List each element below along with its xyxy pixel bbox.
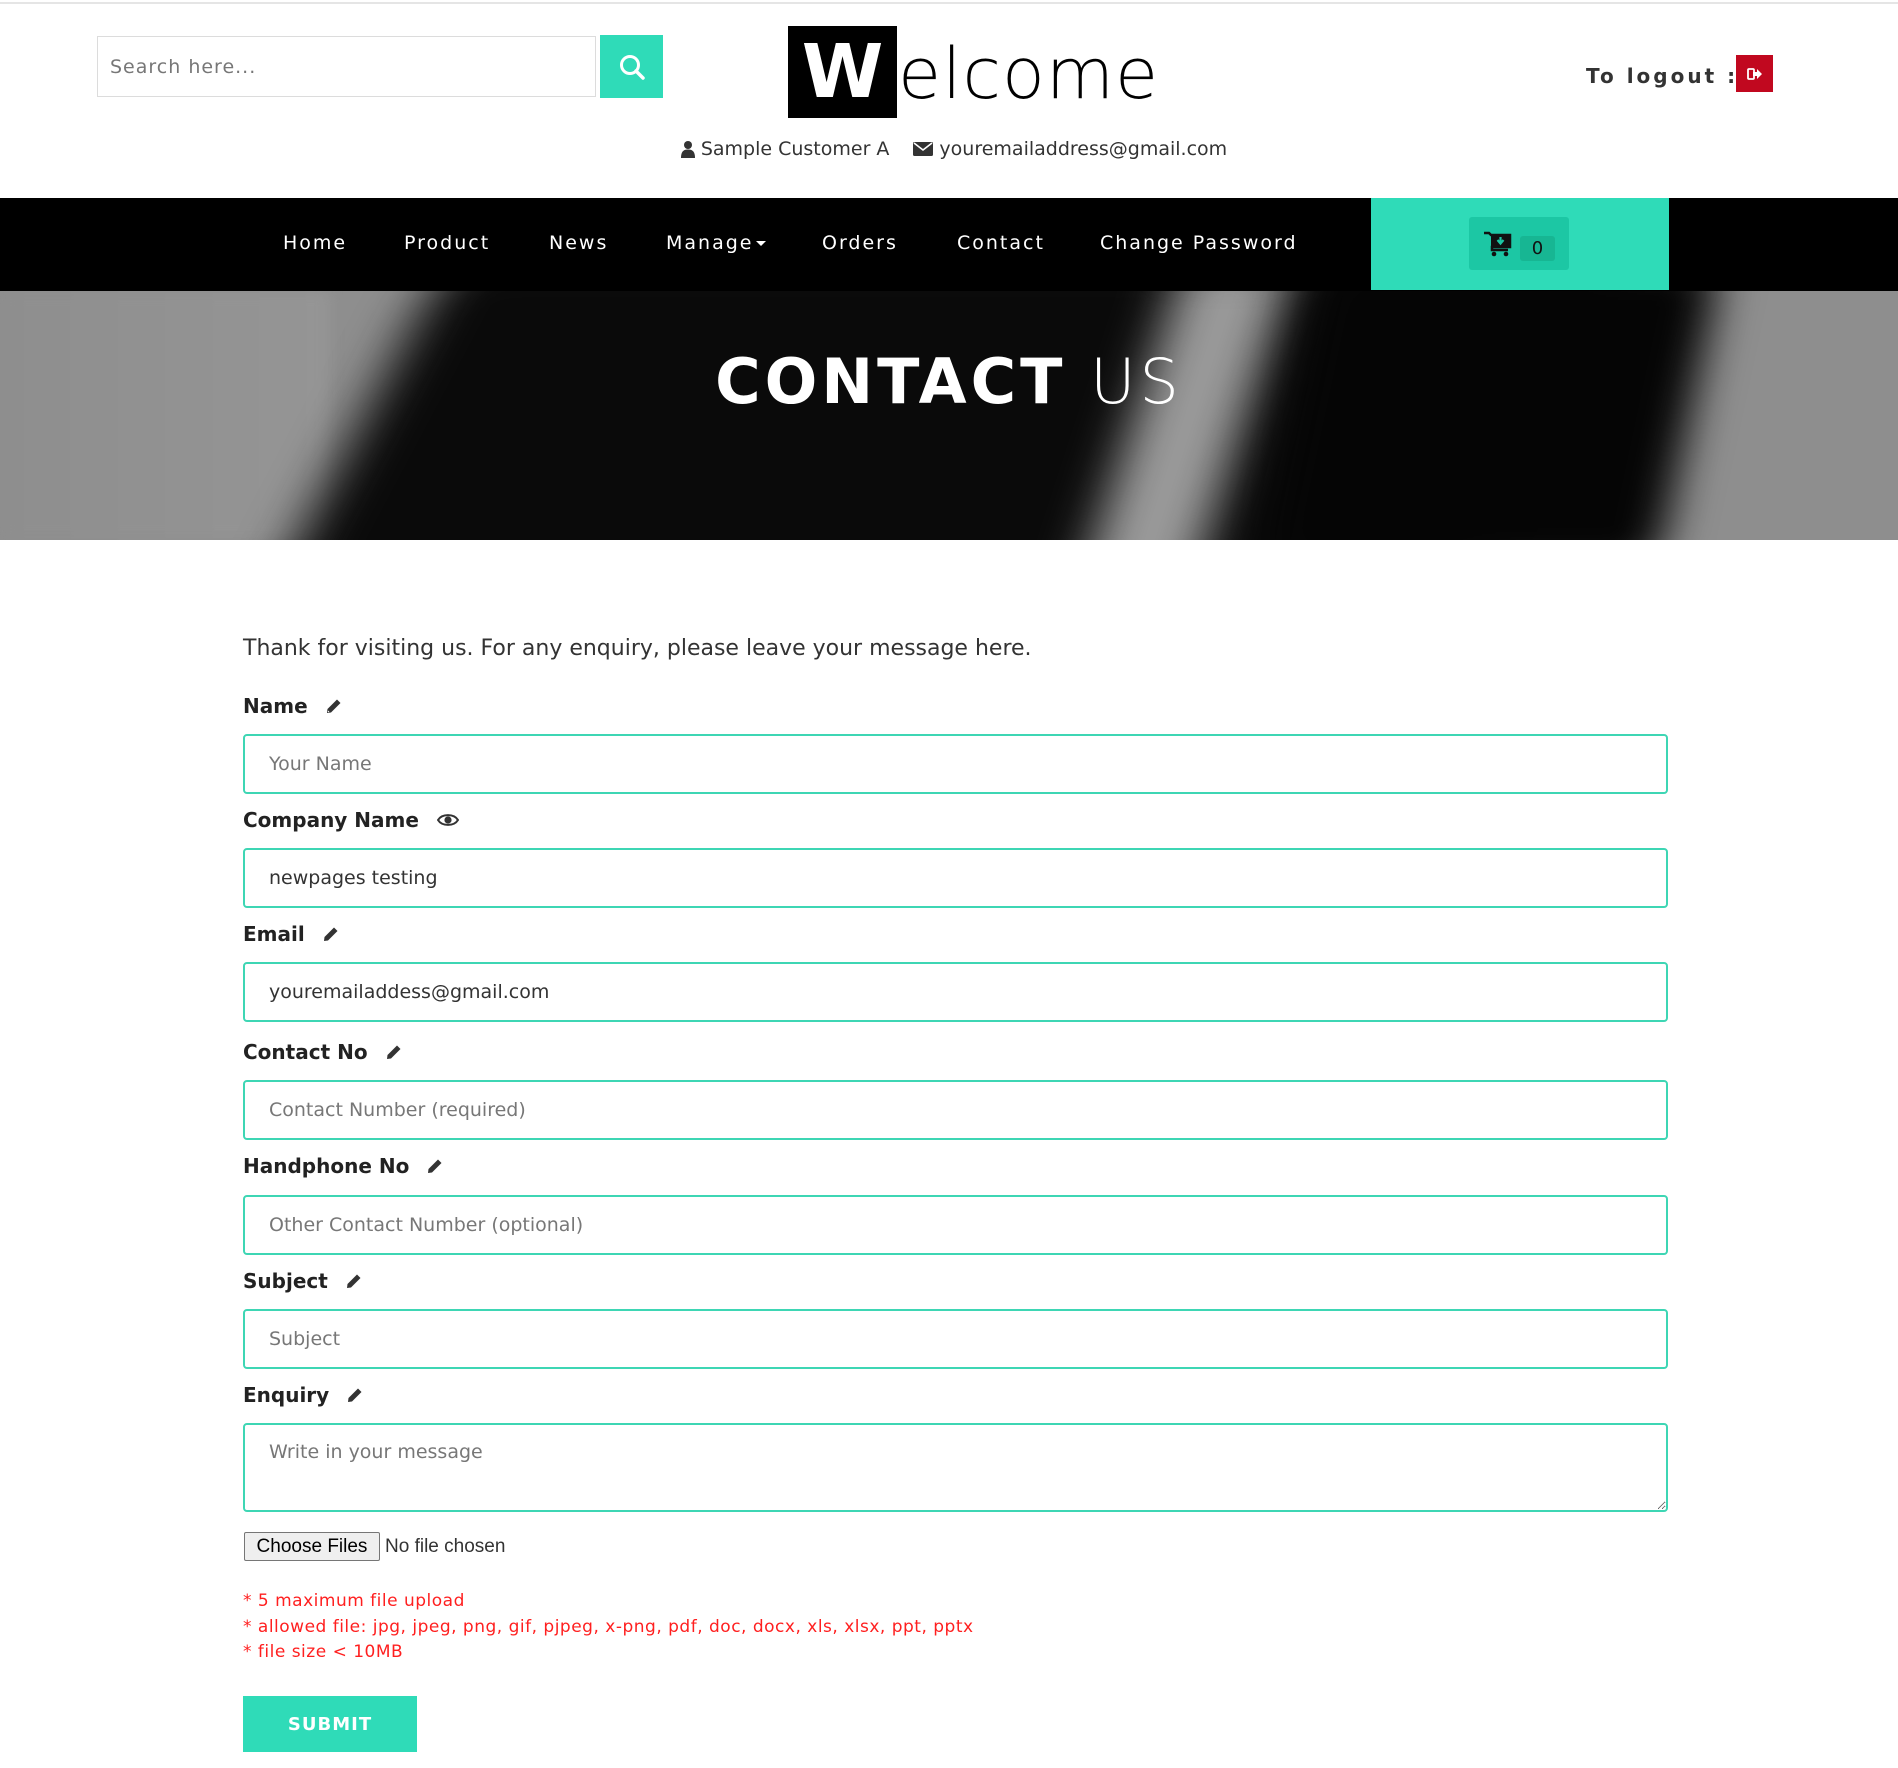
cart-area: 0 bbox=[1371, 198, 1669, 290]
nav-item-manage[interactable]: Manage bbox=[666, 198, 767, 291]
cart-button[interactable]: 0 bbox=[1469, 217, 1569, 270]
nav-item-manage-label: Manage bbox=[666, 232, 754, 254]
sign-out-icon bbox=[1746, 67, 1762, 80]
submit-button[interactable]: SUBMIT bbox=[243, 1696, 417, 1752]
pencil-icon bbox=[348, 1388, 362, 1402]
handphone-no-label: Handphone No bbox=[243, 1154, 443, 1178]
file-status: No file chosen bbox=[385, 1536, 506, 1557]
email-input[interactable] bbox=[243, 962, 1668, 1022]
cart-download-icon bbox=[1484, 231, 1512, 257]
search-button[interactable] bbox=[600, 35, 663, 98]
upload-note: * allowed file: jpg, jpeg, png, gif, pjp… bbox=[243, 1617, 974, 1637]
subject-label: Subject bbox=[243, 1269, 362, 1293]
subject-input[interactable] bbox=[243, 1309, 1668, 1369]
user-email: youremailaddress@gmail.com bbox=[939, 138, 1228, 160]
caret-down-icon bbox=[756, 241, 767, 246]
search-icon bbox=[619, 54, 645, 80]
pencil-icon bbox=[428, 1159, 442, 1173]
user-icon bbox=[680, 141, 695, 158]
page-title-bold: CONTACT bbox=[715, 345, 1067, 418]
user-info: Sample Customer A youremailaddress@gmail… bbox=[0, 138, 1898, 160]
contact-no-label: Contact No bbox=[243, 1040, 402, 1064]
nav-item-product[interactable]: Product bbox=[404, 198, 490, 291]
email-label: Email bbox=[243, 922, 339, 946]
name-input[interactable] bbox=[243, 734, 1668, 794]
company-name-input[interactable] bbox=[243, 848, 1668, 908]
nav-item-news[interactable]: News bbox=[549, 198, 608, 291]
logo-text: elcome bbox=[898, 33, 1160, 115]
search-input[interactable] bbox=[97, 36, 596, 97]
company-name-label: Company Name bbox=[243, 808, 459, 832]
nav-item-orders[interactable]: Orders bbox=[822, 198, 898, 291]
top-border bbox=[0, 2, 1898, 4]
hero-banner: CONTACT US bbox=[0, 291, 1898, 540]
page-title-light: US bbox=[1090, 345, 1183, 418]
pencil-icon bbox=[386, 1045, 401, 1059]
pencil-icon bbox=[346, 1274, 361, 1288]
enquiry-textarea[interactable] bbox=[243, 1423, 1668, 1512]
pencil-icon bbox=[326, 699, 341, 713]
upload-note: * file size < 10MB bbox=[243, 1642, 404, 1662]
logout-button[interactable] bbox=[1736, 55, 1773, 92]
nav-item-change-password[interactable]: Change Password bbox=[1100, 198, 1298, 291]
page-title: CONTACT US bbox=[0, 345, 1898, 418]
handphone-no-input[interactable] bbox=[243, 1195, 1668, 1255]
envelope-icon bbox=[913, 142, 934, 156]
name-label: Name bbox=[243, 694, 342, 718]
logout-label: To logout : bbox=[1586, 64, 1739, 88]
nav-item-home[interactable]: Home bbox=[283, 198, 347, 291]
choose-files-button[interactable]: Choose Files bbox=[244, 1532, 380, 1561]
upload-note: * 5 maximum file upload bbox=[243, 1591, 465, 1611]
user-name: Sample Customer A bbox=[700, 138, 890, 160]
intro-text: Thank for visiting us. For any enquiry, … bbox=[243, 636, 1032, 661]
eye-icon bbox=[436, 814, 459, 826]
cart-count-badge: 0 bbox=[1520, 236, 1555, 261]
logo-initial: W bbox=[788, 26, 897, 118]
nav-item-contact[interactable]: Contact bbox=[957, 198, 1045, 291]
enquiry-label: Enquiry bbox=[243, 1383, 363, 1407]
pencil-icon bbox=[323, 927, 338, 941]
contact-no-input[interactable] bbox=[243, 1080, 1668, 1140]
